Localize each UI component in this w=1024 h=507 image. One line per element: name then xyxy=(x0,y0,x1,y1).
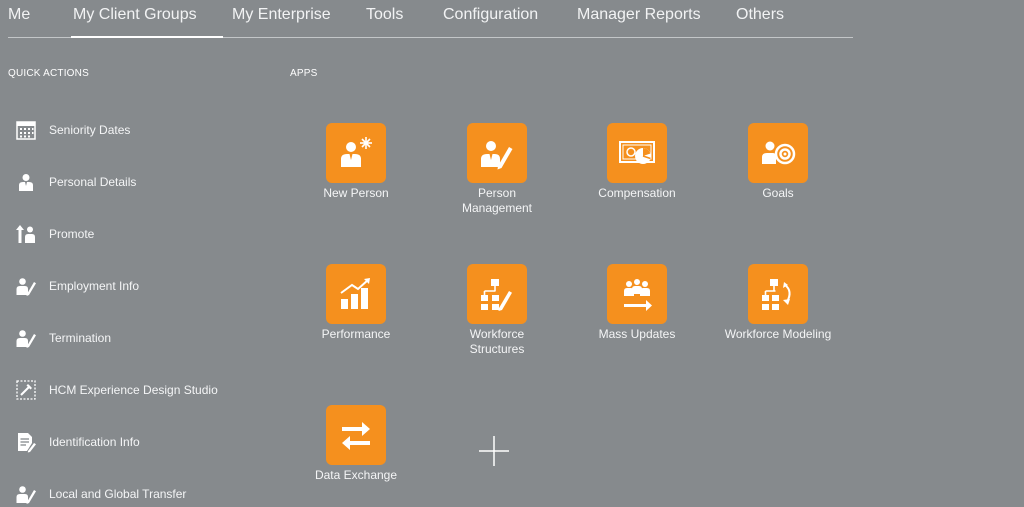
app-data-exchange[interactable]: Data Exchange xyxy=(301,405,411,483)
tab-configuration[interactable]: Configuration xyxy=(443,6,538,36)
app-label: Mass Updates xyxy=(598,327,676,341)
quick-actions-title: QUICK ACTIONS xyxy=(8,68,89,79)
app-tile xyxy=(326,123,386,183)
app-mass-updates[interactable]: Mass Updates xyxy=(582,264,692,342)
performance-icon xyxy=(340,278,370,309)
quick-action-label: Identification Info xyxy=(49,435,140,449)
person-management-icon xyxy=(481,141,513,170)
quick-action-identification-info[interactable]: Identification Info xyxy=(15,429,255,455)
app-tile xyxy=(326,405,386,465)
compensation-icon xyxy=(619,141,655,164)
tab-my-client-groups[interactable]: My Client Groups xyxy=(71,6,223,38)
app-label: Data Exchange xyxy=(314,468,398,482)
app-tile xyxy=(467,264,527,324)
app-workforce-structures[interactable]: Workforce Structures xyxy=(442,264,552,357)
quick-action-local-and-global-transfer[interactable]: Local and Global Transfer xyxy=(15,481,255,507)
quick-action-label: HCM Experience Design Studio xyxy=(49,383,218,397)
tab-me[interactable]: Me xyxy=(8,6,30,36)
quick-action-label: Termination xyxy=(49,331,112,345)
app-label: Goals xyxy=(762,186,794,200)
quick-action-termination[interactable]: Termination xyxy=(15,325,255,351)
app-label: New Person xyxy=(323,186,389,200)
quick-action-employment-info[interactable]: Employment Info xyxy=(15,273,255,299)
app-label: Workforce Structures xyxy=(469,327,525,356)
workforce-modeling-icon xyxy=(762,279,791,310)
top-navigation: Me My Client Groups My Enterprise Tools … xyxy=(8,0,853,38)
app-person-management[interactable]: Person Management xyxy=(442,123,552,216)
tab-others[interactable]: Others xyxy=(736,6,784,36)
tab-manager-reports[interactable]: Manager Reports xyxy=(577,6,701,36)
quick-action-hcm-experience-design-studio[interactable]: HCM Experience Design Studio xyxy=(15,377,255,403)
app-goals[interactable]: Goals xyxy=(723,123,833,201)
quick-action-label: Personal Details xyxy=(49,175,137,189)
app-workforce-modeling[interactable]: Workforce Modeling xyxy=(723,264,833,342)
app-label: Compensation xyxy=(598,186,676,200)
tab-tools[interactable]: Tools xyxy=(366,6,403,36)
add-app-plus-icon[interactable] xyxy=(479,436,509,466)
person-edit-icon xyxy=(16,278,36,296)
app-tile xyxy=(326,264,386,324)
app-performance[interactable]: Performance xyxy=(301,264,411,342)
quick-action-seniority-dates[interactable]: Seniority Dates xyxy=(15,117,255,143)
quick-action-promote[interactable]: Promote xyxy=(15,221,255,247)
promote-icon xyxy=(16,225,35,243)
quick-action-label: Promote xyxy=(49,227,95,241)
app-tile xyxy=(467,123,527,183)
app-tile xyxy=(607,264,667,324)
calendar-icon xyxy=(16,121,36,140)
mass-updates-icon xyxy=(624,279,652,311)
app-label: Performance xyxy=(321,327,391,341)
apps-title: APPS xyxy=(290,68,318,79)
app-new-person[interactable]: New Person xyxy=(301,123,411,201)
app-compensation[interactable]: Compensation xyxy=(582,123,692,201)
data-exchange-icon xyxy=(342,422,370,450)
quick-action-label: Local and Global Transfer xyxy=(49,487,187,501)
quick-action-label: Seniority Dates xyxy=(49,123,131,137)
quick-action-personal-details[interactable]: Personal Details xyxy=(15,169,255,195)
app-tile xyxy=(748,123,808,183)
person-edit-icon xyxy=(16,330,36,348)
quick-action-label: Employment Info xyxy=(49,279,140,293)
app-tile xyxy=(748,264,808,324)
design-studio-icon xyxy=(16,380,36,400)
document-edit-icon xyxy=(18,433,36,453)
new-person-icon xyxy=(341,137,372,167)
person-edit-icon xyxy=(16,486,36,504)
home-page: Me My Client Groups My Enterprise Tools … xyxy=(0,0,1024,507)
person-icon xyxy=(19,174,33,191)
app-label: Workforce Modeling xyxy=(724,327,832,341)
app-tile xyxy=(607,123,667,183)
goals-icon xyxy=(762,141,796,165)
tab-my-enterprise[interactable]: My Enterprise xyxy=(232,6,331,36)
workforce-structures-icon xyxy=(481,279,512,311)
app-label: Person Management xyxy=(461,186,533,215)
